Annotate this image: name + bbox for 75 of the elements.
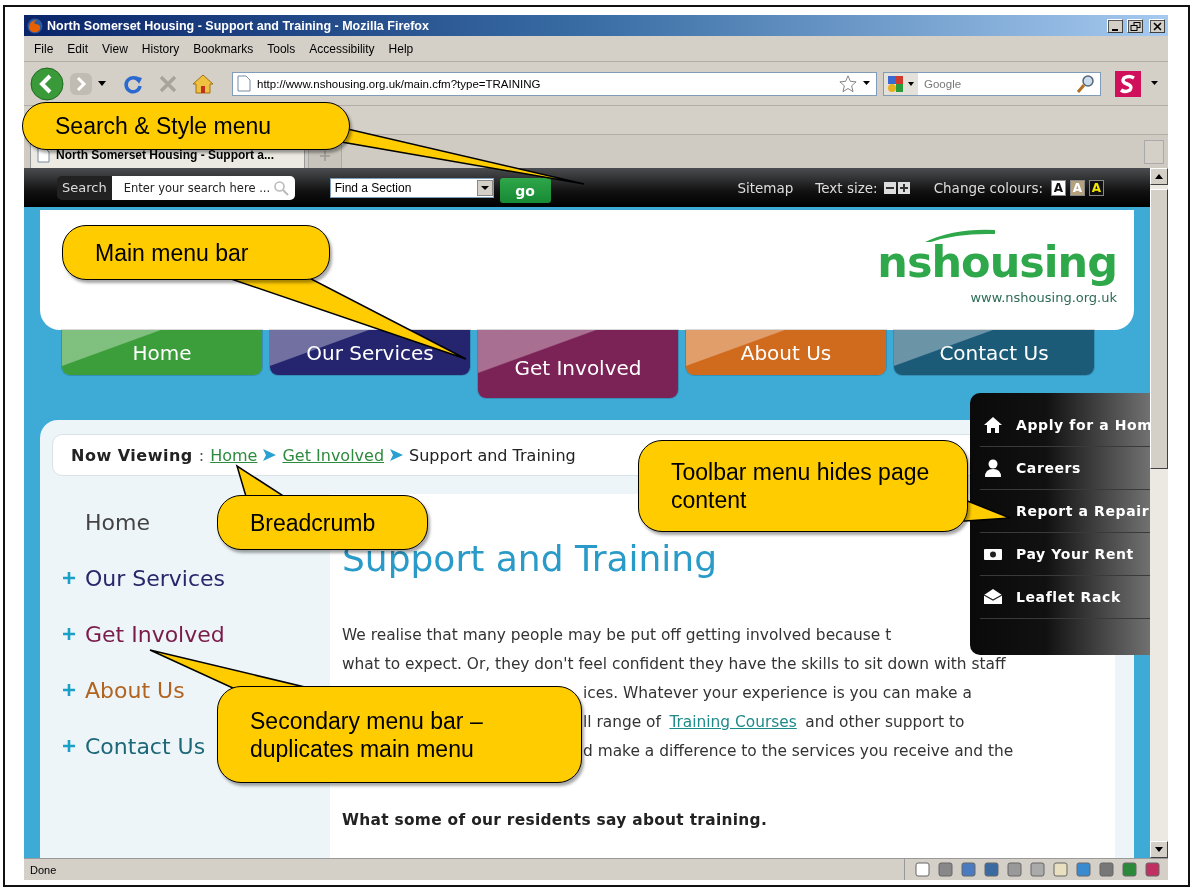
breadcrumb-label: Now Viewing [71,445,193,465]
side-menu-link[interactable]: Home [85,509,150,535]
menu-item[interactable]: Tools [261,39,302,58]
breadcrumb-current: Support and Training [409,445,576,465]
search-icon[interactable] [1076,73,1096,94]
caret-icon[interactable] [1151,81,1158,86]
addon-icon[interactable] [1115,70,1141,97]
breadcrumb-separator: : [198,445,205,465]
home-icon[interactable] [192,73,214,94]
caret-icon[interactable] [98,80,106,87]
menu-tab[interactable]: Our Services [270,330,470,375]
paragraph-line: what to expect. Or, they don't feel confident they have the skills to sit down with staff [342,654,1007,675]
colour-option[interactable]: A [1051,179,1066,196]
menu-tab[interactable]: About Us [686,330,886,375]
plus-icon [320,151,330,161]
status-text: Done [30,863,58,876]
menu-item[interactable]: Accessibility [303,39,381,58]
section-dropdown[interactable]: Find a Section [329,177,494,198]
menu-item[interactable]: Help [382,39,420,58]
caret-icon[interactable] [476,179,493,196]
arrow-icon [390,449,404,461]
side-menu-link[interactable]: Our Services [85,565,226,591]
menu-item[interactable]: Bookmarks [187,39,260,58]
page-icon [37,146,50,163]
restore-button[interactable] [1127,18,1143,33]
colour-label: Change colours: [933,179,1043,196]
envelope-icon [983,587,1003,607]
search-field[interactable]: Enter your search here ... [111,175,295,200]
colour-option[interactable]: A [1089,179,1104,196]
paragraph-line: ices. Whatever your experience is you can make a [583,683,973,704]
scroll-down-icon[interactable] [1155,847,1163,852]
paragraph-line: d make a difference to the services you receive and the [583,741,1015,762]
logo-swoosh-icon [925,228,995,242]
breadcrumb-link[interactable]: Home [210,445,258,465]
search-engine-icon[interactable] [884,72,918,95]
house-icon [983,415,1003,435]
scroll-up-icon[interactable] [1155,174,1163,179]
side-menu-link[interactable]: About Us [85,677,185,703]
minus-icon[interactable] [883,181,896,194]
callout: Main menu bar [62,225,330,280]
breadcrumb-link[interactable]: Get Involved [282,445,385,465]
go-button[interactable]: go [499,178,551,203]
browser-logo-icon [27,17,43,34]
callout: Search & Style menu [22,102,350,150]
window-title: North Somerset Housing - Support and Training - Mozilla Firefox [47,18,430,33]
menu-item[interactable]: Edit [61,39,95,58]
close-button[interactable] [1149,18,1165,33]
search-input[interactable]: Enter your search here ... [121,179,273,196]
subheading: What some of our residents say about training. [342,811,769,829]
menu-item[interactable]: History [135,39,186,58]
caret-icon[interactable] [863,81,870,86]
side-menu-link[interactable]: Get Involved [85,621,225,647]
page-icon [237,75,251,92]
plus-icon[interactable] [897,181,910,194]
back-button[interactable] [30,66,64,101]
sitemap-link[interactable]: Sitemap [737,179,794,196]
paragraph-line: ll range of Training Courses and other support to [583,708,1115,737]
scrollbar[interactable] [1150,168,1168,858]
paragraph-line: We realise that many people may be put off getting involved because t [342,625,893,646]
text-size-label: Text size: [815,179,878,196]
logo-url: www.nshousing.org.uk [970,290,1117,305]
search-field[interactable]: Google [883,71,1101,96]
minimize-button[interactable] [1107,18,1123,33]
arrow-icon [263,449,277,461]
side-menu-link[interactable]: Contact Us [85,733,206,759]
menu-tab[interactable]: Contact Us [894,330,1094,375]
person-icon [983,458,1003,478]
menu-item[interactable]: File [28,39,60,58]
star-icon[interactable] [839,74,857,93]
address-bar[interactable]: http://www.nshousing.org.uk/main.cfm?type=TRAINING [232,71,877,96]
menu-item[interactable]: View [96,39,134,58]
menu-tab[interactable]: Get Involved [478,330,678,398]
search-label: Search [57,175,112,200]
callout: Toolbar menu hides page content [638,440,968,532]
training-link[interactable]: Training Courses [669,708,797,737]
